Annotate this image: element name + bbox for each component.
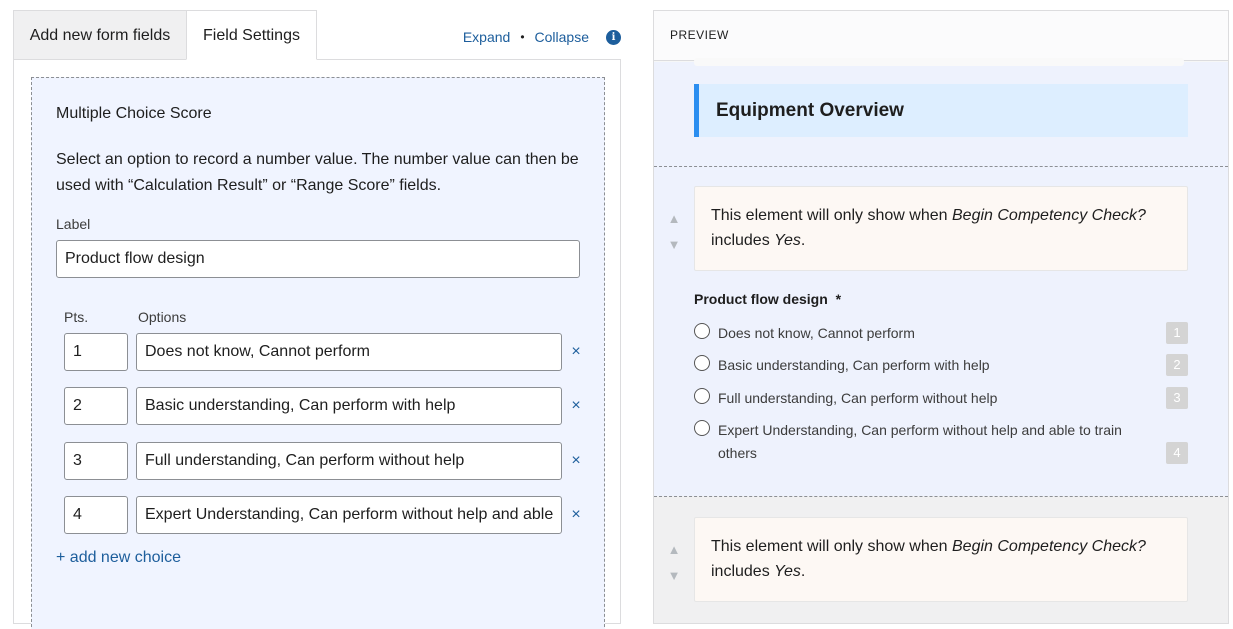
section-heading-text: Equipment Overview [716, 100, 904, 121]
conditional-logic-notice: This element will only show when Begin C… [694, 186, 1188, 271]
tab-add-new-form-fields[interactable]: Add new form fields [13, 10, 187, 60]
expand-link[interactable]: Expand [463, 29, 510, 45]
score-badge: 3 [1166, 387, 1188, 409]
conditional-logic-notice: This element will only show when Begin C… [694, 517, 1188, 602]
radio-button[interactable] [694, 388, 710, 404]
radio-button[interactable] [694, 355, 710, 371]
choice-option-input[interactable]: Expert Understanding, Can perform withou… [136, 496, 562, 534]
move-up-icon[interactable]: ▲ [666, 212, 682, 226]
editor-tabs: Add new form fields Field Settings Expan… [13, 10, 621, 60]
preview-section-heading[interactable]: Equipment Overview [654, 58, 1228, 167]
pts-header: Pts. [64, 309, 89, 325]
condition-value: Yes [774, 563, 801, 580]
expand-collapse-links: Expand • Collapse i [463, 27, 621, 47]
move-up-icon[interactable]: ▲ [666, 543, 682, 557]
field-description: Select an option to record a number valu… [56, 151, 579, 194]
condition-value: Yes [774, 232, 801, 249]
field-settings-box: Multiple Choice Score Select an option t… [31, 77, 605, 629]
choice-option-input[interactable]: Basic understanding, Can perform with he… [136, 387, 562, 425]
reorder-arrows: ▲ ▼ [666, 543, 682, 595]
question-label: Product flow design * [694, 291, 841, 307]
condition-suffix: . [800, 232, 806, 249]
choice-points-input[interactable]: 3 [64, 442, 128, 480]
radio-button[interactable] [694, 323, 710, 339]
score-badge: 4 [1166, 442, 1188, 464]
choice-points-input[interactable]: 2 [64, 387, 128, 425]
option-label: Full understanding, Can perform without … [718, 390, 998, 406]
collapse-link[interactable]: Collapse [535, 29, 589, 45]
choice-points-input[interactable]: 1 [64, 333, 128, 371]
section-heading: Equipment Overview [694, 84, 1188, 137]
remove-choice-icon[interactable]: × [570, 397, 582, 415]
score-badge: 2 [1166, 354, 1188, 376]
choice-points-input[interactable]: 4 [64, 496, 128, 534]
condition-prefix: This element will only show when [711, 538, 952, 555]
label-caption: Label [56, 216, 91, 232]
move-down-icon[interactable]: ▼ [666, 569, 682, 583]
preview-title: PREVIEW [670, 28, 729, 42]
condition-prefix: This element will only show when [711, 207, 952, 224]
link-separator: • [520, 30, 525, 44]
condition-suffix: . [800, 563, 806, 580]
remove-choice-icon[interactable]: × [570, 452, 582, 470]
option-label: Basic understanding, Can perform with he… [718, 357, 990, 373]
preview-panel: PREVIEW Equipment Overview ▲ ▼ This elem… [653, 10, 1229, 624]
required-asterisk: * [835, 291, 842, 307]
field-settings-panel: Multiple Choice Score Select an option t… [13, 59, 621, 629]
add-new-choice-link[interactable]: + add new choice [56, 549, 181, 567]
question-text: Product flow design [694, 291, 828, 307]
score-badge: 1 [1166, 322, 1188, 344]
choice-option-input[interactable]: Does not know, Cannot perform [136, 333, 562, 371]
clipped-previous-field [694, 58, 1184, 66]
info-icon[interactable]: i [606, 29, 621, 45]
preview-header: PREVIEW [654, 11, 1228, 61]
field-type-title: Multiple Choice Score [56, 105, 212, 122]
options-header: Options [138, 309, 187, 325]
tab-field-settings[interactable]: Field Settings [186, 10, 317, 60]
preview-section-question[interactable]: ▲ ▼ This element will only show when Beg… [654, 166, 1228, 497]
condition-middle: includes [711, 232, 775, 249]
choice-option-input[interactable]: Full understanding, Can perform without … [136, 442, 562, 480]
reorder-arrows: ▲ ▼ [666, 212, 682, 264]
option-label: Expert Understanding, Can perform withou… [718, 422, 1122, 461]
remove-choice-icon[interactable]: × [570, 343, 582, 361]
option-label: Does not know, Cannot perform [718, 325, 915, 341]
remove-choice-icon[interactable]: × [570, 506, 582, 524]
field-editor-panel: Add new form fields Field Settings Expan… [13, 10, 621, 629]
radio-button[interactable] [694, 420, 710, 436]
condition-middle: includes [711, 563, 775, 580]
condition-field: Begin Competency Check? [952, 538, 1146, 555]
condition-field: Begin Competency Check? [952, 207, 1146, 224]
preview-section-next[interactable]: ▲ ▼ This element will only show when Beg… [654, 496, 1228, 623]
label-input[interactable]: Product flow design [56, 240, 580, 278]
move-down-icon[interactable]: ▼ [666, 238, 682, 252]
